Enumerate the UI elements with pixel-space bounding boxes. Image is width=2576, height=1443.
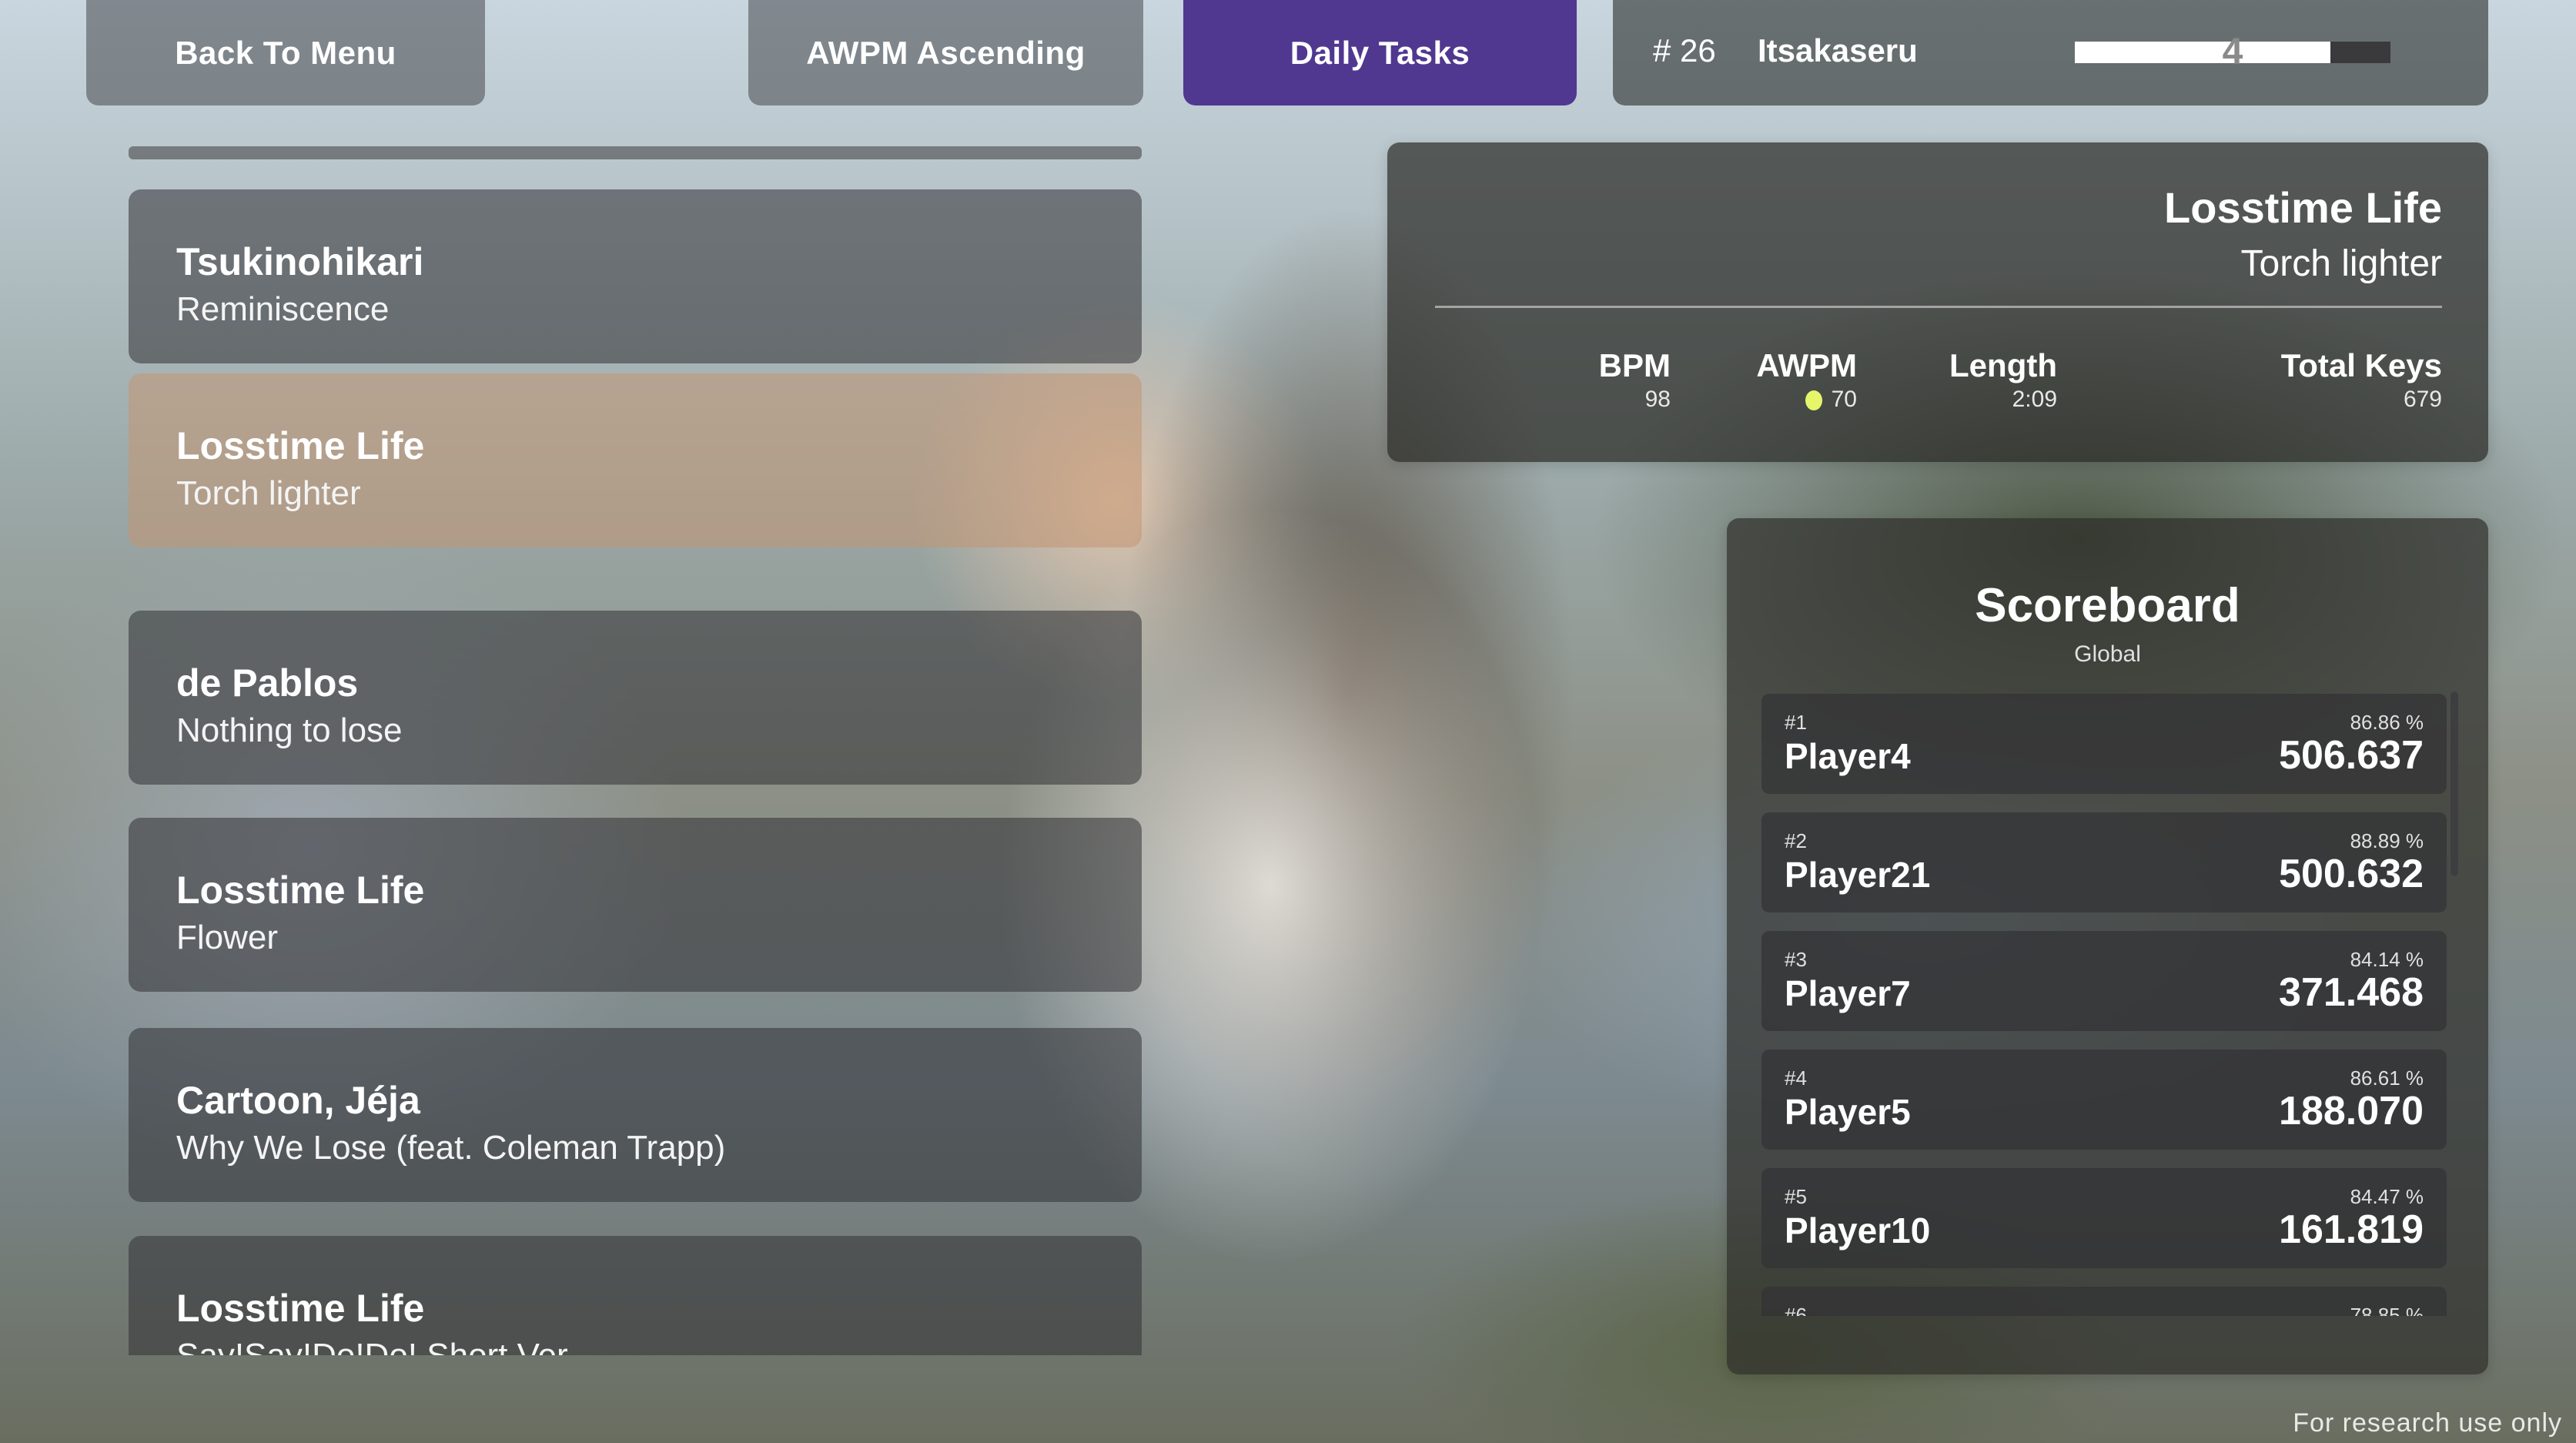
footer-note: For research use only bbox=[2293, 1408, 2562, 1438]
song-card[interactable]: de Pablos Nothing to lose bbox=[129, 611, 1142, 785]
song-title: Why We Lose (feat. Coleman Trapp) bbox=[176, 1129, 726, 1167]
song-card[interactable]: Losstime Life Say!Say!Do!Do! Short Ver bbox=[129, 1236, 1142, 1355]
song-list-scroll-indicator[interactable] bbox=[129, 146, 1142, 159]
score-rank: #5 bbox=[1785, 1185, 1807, 1208]
score-accuracy: 84.14 % bbox=[2350, 948, 2424, 971]
stat-length: Length 2:09 bbox=[1949, 347, 2057, 414]
stat-awpm-value: 70 bbox=[1831, 387, 1857, 412]
score-value: 161.819 bbox=[2279, 1207, 2424, 1252]
stat-bpm: BPM 98 bbox=[1599, 347, 1671, 414]
song-title: Say!Say!Do!Do! Short Ver bbox=[176, 1334, 1142, 1355]
score-row[interactable]: #4 86.61 % Player5 188.070 bbox=[1761, 1050, 2447, 1150]
back-to-menu-button[interactable]: Back To Menu bbox=[86, 0, 485, 105]
scoreboard-title: Scoreboard bbox=[1975, 579, 2240, 632]
score-player: Player4 bbox=[1785, 736, 1911, 776]
score-row[interactable]: #1 86.86 % Player4 506.637 bbox=[1761, 694, 2447, 794]
song-card[interactable]: Losstime Life Flower bbox=[129, 818, 1142, 992]
song-card[interactable]: Cartoon, Jéja Why We Lose (feat. Coleman … bbox=[129, 1028, 1142, 1202]
info-divider bbox=[1435, 306, 2442, 308]
score-row[interactable]: #6 78.85 % bbox=[1761, 1287, 2447, 1316]
stat-total-keys: Total Keys 679 bbox=[2281, 347, 2442, 414]
score-rank: #3 bbox=[1785, 948, 1807, 971]
song-list: Tsukinohikari Reminiscence Losstime Life To… bbox=[129, 189, 1142, 1355]
score-accuracy: 78.85 % bbox=[2350, 1304, 2424, 1316]
score-accuracy: 86.61 % bbox=[2350, 1066, 2424, 1090]
song-title: Reminiscence bbox=[176, 290, 390, 328]
score-player: Player21 bbox=[1785, 855, 1931, 895]
sort-order-label: AWPM Ascending bbox=[806, 34, 1086, 71]
song-artist: Tsukinohikari bbox=[176, 240, 424, 283]
score-player: Player5 bbox=[1785, 1092, 1911, 1132]
score-rank: #6 bbox=[1785, 1304, 1807, 1316]
song-artist: Losstime Life bbox=[176, 424, 425, 467]
stat-length-value: 2:09 bbox=[2012, 387, 2057, 412]
score-accuracy: 84.47 % bbox=[2350, 1185, 2424, 1208]
score-value: 500.632 bbox=[2279, 852, 2424, 896]
score-row[interactable]: #3 84.14 % Player7 371.468 bbox=[1761, 931, 2447, 1031]
difficulty-dot-icon bbox=[1805, 390, 1822, 411]
score-value: 506.637 bbox=[2279, 733, 2424, 778]
scoreboard-scope[interactable]: Global bbox=[1727, 641, 2488, 668]
score-accuracy: 86.86 % bbox=[2350, 711, 2424, 734]
stat-bpm-label: BPM bbox=[1598, 347, 1671, 383]
player-username: Itsakaseru bbox=[1758, 32, 1918, 69]
score-player: Player7 bbox=[1785, 973, 1911, 1013]
daily-tasks-label: Daily Tasks bbox=[1290, 34, 1470, 71]
score-row[interactable]: #5 84.47 % Player10 161.819 bbox=[1761, 1168, 2447, 1268]
player-level: 4 bbox=[2222, 32, 2243, 72]
stat-awpm-label: AWPM bbox=[1756, 347, 1857, 383]
song-artist: Losstime Life bbox=[176, 1287, 425, 1330]
stat-length-label: Length bbox=[1949, 347, 2057, 383]
scoreboard-panel: Scoreboard Global #1 86.86 % Player4 506.63… bbox=[1727, 518, 2488, 1374]
stat-total-keys-value: 679 bbox=[2403, 387, 2442, 412]
selected-song-artist: Losstime Life bbox=[2164, 183, 2442, 232]
song-card[interactable]: Losstime Life Torch lighter bbox=[129, 373, 1142, 547]
level-progress-bar: 4 bbox=[2075, 32, 2390, 72]
song-info-panel: Losstime Life Torch lighter BPM 98 AWPM … bbox=[1387, 142, 2488, 462]
score-player: Player10 bbox=[1785, 1210, 1931, 1250]
score-list: #1 86.86 % Player4 506.637 #2 88.89 % Player21… bbox=[1761, 694, 2447, 1316]
score-value: 371.468 bbox=[2279, 970, 2424, 1015]
stat-awpm: AWPM 70 bbox=[1756, 347, 1857, 414]
sort-order-button[interactable]: AWPM Ascending bbox=[748, 0, 1143, 105]
song-artist: de Pablos bbox=[176, 661, 359, 705]
song-title: Flower bbox=[176, 919, 279, 956]
song-artist: Losstime Life bbox=[176, 869, 425, 912]
song-title: Nothing to lose bbox=[176, 711, 403, 749]
player-rank: # 26 bbox=[1653, 32, 1716, 69]
selected-song-title: Torch lighter bbox=[2240, 243, 2442, 284]
score-row[interactable]: #2 88.89 % Player21 500.632 bbox=[1761, 812, 2447, 912]
daily-tasks-button[interactable]: Daily Tasks bbox=[1183, 0, 1577, 105]
player-profile[interactable]: # 26 Itsakaseru 4 bbox=[1613, 0, 2488, 105]
scoreboard-scrollbar[interactable] bbox=[2451, 691, 2458, 876]
score-value: 188.070 bbox=[2279, 1089, 2424, 1133]
song-title: Torch lighter bbox=[176, 474, 361, 512]
score-rank: #4 bbox=[1785, 1066, 1807, 1090]
score-accuracy: 88.89 % bbox=[2350, 829, 2424, 852]
score-rank: #2 bbox=[1785, 829, 1807, 852]
score-rank: #1 bbox=[1785, 711, 1807, 734]
song-card[interactable]: Tsukinohikari Reminiscence bbox=[129, 189, 1142, 363]
stat-bpm-value: 98 bbox=[1644, 387, 1671, 412]
stat-total-keys-label: Total Keys bbox=[2280, 347, 2442, 383]
song-artist: Cartoon, Jéja bbox=[176, 1079, 420, 1122]
back-to-menu-label: Back To Menu bbox=[175, 34, 396, 71]
